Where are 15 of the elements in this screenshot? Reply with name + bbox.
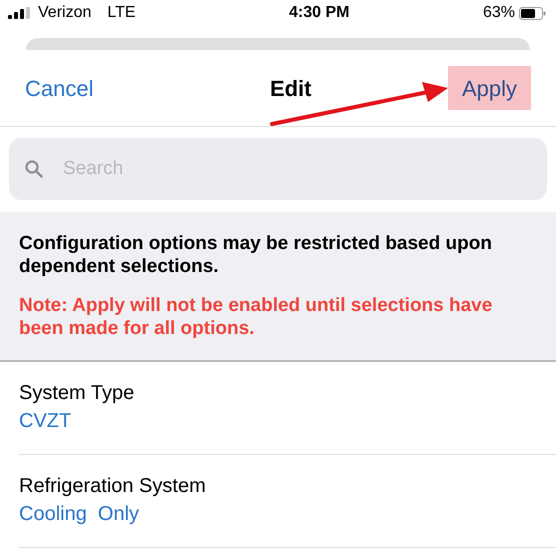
- option-label: Refrigeration System: [19, 474, 206, 499]
- battery-percent: 63%: [482, 3, 515, 23]
- cancel-button[interactable]: Cancel: [25, 72, 94, 104]
- option-label: System Type: [19, 381, 134, 406]
- option-value[interactable]: Cooling Only: [19, 499, 140, 529]
- battery-icon: [519, 6, 546, 20]
- option-value[interactable]: CVZT: [19, 406, 72, 436]
- network-type: LTE: [107, 3, 136, 23]
- nav-title: Edit: [270, 74, 312, 102]
- info-text: Configuration options may be restricted based upon dependent selections.: [19, 232, 493, 278]
- warning-note: Note: Apply will not be enabled until selections have been made for all options.: [19, 294, 494, 340]
- apply-button[interactable]: Apply: [448, 66, 531, 110]
- status-time: 4:30 PM: [288, 3, 350, 23]
- signal-icon: [8, 7, 30, 19]
- carrier-name: Verizon: [38, 3, 92, 23]
